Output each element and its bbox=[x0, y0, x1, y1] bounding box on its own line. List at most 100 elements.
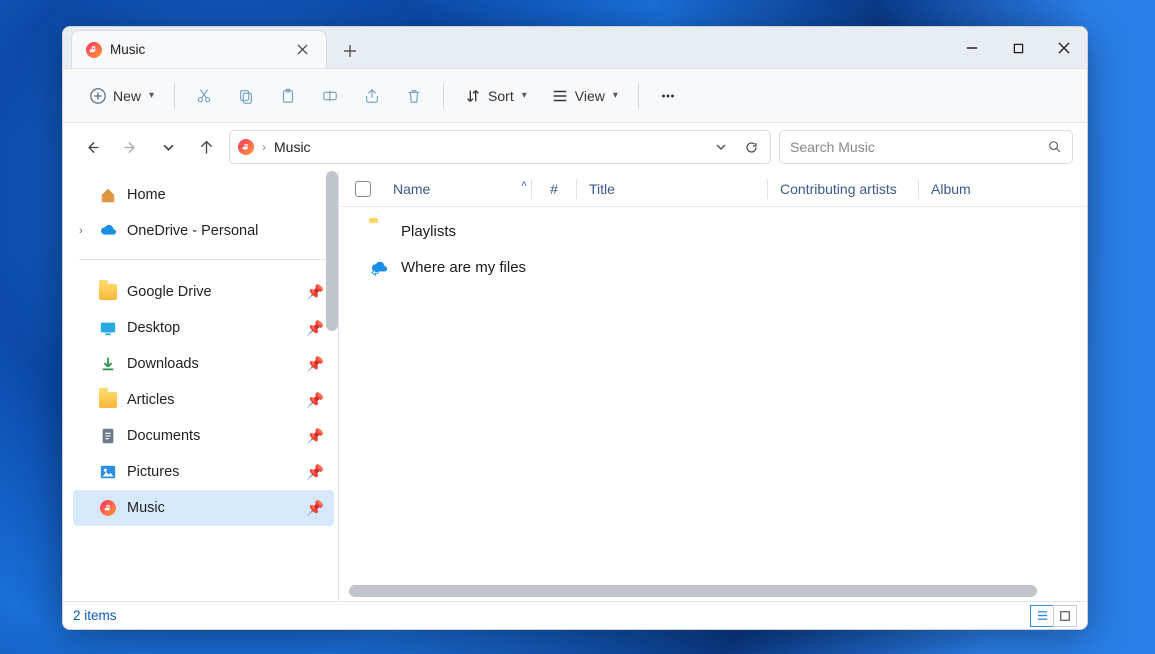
folder-icon bbox=[369, 222, 389, 240]
sidebar-item-label: Home bbox=[127, 187, 166, 203]
toolbar-separator bbox=[443, 83, 444, 109]
sidebar-item-music[interactable]: Music 📌 bbox=[73, 490, 334, 526]
sidebar-item-documents[interactable]: Documents 📌 bbox=[73, 418, 334, 454]
share-button[interactable] bbox=[353, 78, 391, 114]
column-header-number[interactable]: # bbox=[532, 181, 576, 197]
pin-icon: 📌 bbox=[306, 428, 324, 445]
music-icon bbox=[238, 139, 254, 155]
sidebar-scrollbar[interactable] bbox=[326, 171, 338, 331]
sidebar-item-google-drive[interactable]: Google Drive 📌 bbox=[73, 274, 334, 310]
chevron-right-icon: › bbox=[79, 225, 83, 237]
sidebar-item-articles[interactable]: Articles 📌 bbox=[73, 382, 334, 418]
column-header-title[interactable]: Title bbox=[577, 181, 767, 197]
horizontal-scrollbar[interactable] bbox=[349, 585, 1037, 597]
sidebar-item-label: Articles bbox=[127, 392, 175, 408]
pin-icon: 📌 bbox=[306, 500, 324, 517]
refresh-button[interactable] bbox=[740, 132, 762, 162]
copy-icon bbox=[237, 87, 255, 105]
search-input[interactable] bbox=[790, 139, 1048, 155]
maximize-button[interactable] bbox=[995, 27, 1041, 69]
chevron-down-icon: ▾ bbox=[613, 90, 618, 101]
nav-row: › Music bbox=[63, 123, 1087, 171]
file-row[interactable]: Playlists bbox=[339, 213, 1087, 249]
column-header-album[interactable]: Album bbox=[919, 181, 983, 197]
view-label: View bbox=[575, 88, 605, 104]
titlebar: Music bbox=[63, 27, 1087, 69]
paste-icon bbox=[279, 87, 297, 105]
file-name: Where are my files bbox=[401, 259, 526, 276]
status-text: 2 items bbox=[73, 608, 117, 623]
file-name: Playlists bbox=[401, 223, 456, 240]
folder-icon bbox=[99, 391, 117, 409]
sidebar-item-home[interactable]: Home bbox=[73, 177, 334, 213]
rename-icon bbox=[321, 87, 339, 105]
address-bar[interactable]: › Music bbox=[229, 130, 771, 164]
tab-title: Music bbox=[110, 42, 284, 57]
sidebar-item-label: Google Drive bbox=[127, 284, 212, 300]
forward-button[interactable] bbox=[115, 132, 145, 162]
new-label: New bbox=[113, 88, 141, 104]
sidebar-item-label: Documents bbox=[127, 428, 200, 444]
more-button[interactable] bbox=[649, 78, 687, 114]
pin-icon: 📌 bbox=[306, 392, 324, 409]
sidebar-item-desktop[interactable]: Desktop 📌 bbox=[73, 310, 334, 346]
column-header-artists[interactable]: Contributing artists bbox=[768, 181, 918, 197]
share-icon bbox=[363, 87, 381, 105]
sidebar-item-pictures[interactable]: Pictures 📌 bbox=[73, 454, 334, 490]
view-button[interactable]: View ▾ bbox=[541, 78, 628, 114]
sidebar-item-label: OneDrive - Personal bbox=[127, 223, 258, 239]
status-bar: 2 items bbox=[63, 601, 1087, 629]
pin-icon: 📌 bbox=[306, 320, 324, 337]
view-icon bbox=[551, 87, 569, 105]
close-button[interactable] bbox=[1041, 27, 1087, 69]
sort-label: Sort bbox=[488, 88, 514, 104]
sort-icon bbox=[464, 87, 482, 105]
sort-ascending-icon: ˄ bbox=[521, 179, 527, 190]
sort-button[interactable]: Sort ▾ bbox=[454, 78, 537, 114]
tab-close-button[interactable] bbox=[292, 40, 312, 60]
sidebar-item-onedrive[interactable]: › OneDrive - Personal bbox=[73, 213, 334, 249]
document-icon bbox=[99, 427, 117, 445]
up-button[interactable] bbox=[191, 132, 221, 162]
cloud-shortcut-icon bbox=[369, 258, 389, 276]
chevron-down-icon: ▾ bbox=[149, 90, 154, 101]
thumbnails-view-button[interactable] bbox=[1053, 605, 1077, 627]
sidebar-item-label: Desktop bbox=[127, 320, 180, 336]
search-box[interactable] bbox=[779, 130, 1073, 164]
back-button[interactable] bbox=[77, 132, 107, 162]
address-dropdown-button[interactable] bbox=[710, 132, 732, 162]
select-all-checkbox[interactable] bbox=[355, 181, 371, 197]
chevron-down-icon: ▾ bbox=[522, 90, 527, 101]
new-tab-button[interactable] bbox=[333, 34, 367, 68]
search-icon bbox=[1048, 140, 1062, 154]
column-header-name[interactable]: Name ˄ bbox=[381, 181, 531, 197]
rename-button[interactable] bbox=[311, 78, 349, 114]
sidebar-item-label: Downloads bbox=[127, 356, 199, 372]
download-icon bbox=[99, 355, 117, 373]
recent-locations-button[interactable] bbox=[153, 132, 183, 162]
paste-button[interactable] bbox=[269, 78, 307, 114]
breadcrumb-location[interactable]: Music bbox=[274, 139, 311, 155]
toolbar-separator bbox=[638, 83, 639, 109]
plus-circle-icon bbox=[89, 87, 107, 105]
sidebar-divider bbox=[79, 259, 328, 260]
navigation-pane: Home › OneDrive - Personal Google Drive … bbox=[63, 171, 339, 601]
tab-music[interactable]: Music bbox=[71, 30, 327, 68]
pictures-icon bbox=[99, 463, 117, 481]
delete-button[interactable] bbox=[395, 78, 433, 114]
minimize-button[interactable] bbox=[949, 27, 995, 69]
new-button[interactable]: New ▾ bbox=[79, 78, 164, 114]
sidebar-item-downloads[interactable]: Downloads 📌 bbox=[73, 346, 334, 382]
caption-buttons bbox=[949, 27, 1087, 69]
music-icon bbox=[86, 42, 102, 58]
copy-button[interactable] bbox=[227, 78, 265, 114]
tab-strip: Music bbox=[63, 27, 367, 68]
file-row[interactable]: Where are my files bbox=[339, 249, 1087, 285]
trash-icon bbox=[405, 87, 423, 105]
desktop-icon bbox=[99, 319, 117, 337]
details-view-button[interactable] bbox=[1030, 605, 1054, 627]
music-icon bbox=[99, 499, 117, 517]
file-list-area: Name ˄ # Title Contributing artists Albu… bbox=[339, 171, 1087, 601]
breadcrumb-separator: › bbox=[262, 140, 266, 154]
cut-button[interactable] bbox=[185, 78, 223, 114]
